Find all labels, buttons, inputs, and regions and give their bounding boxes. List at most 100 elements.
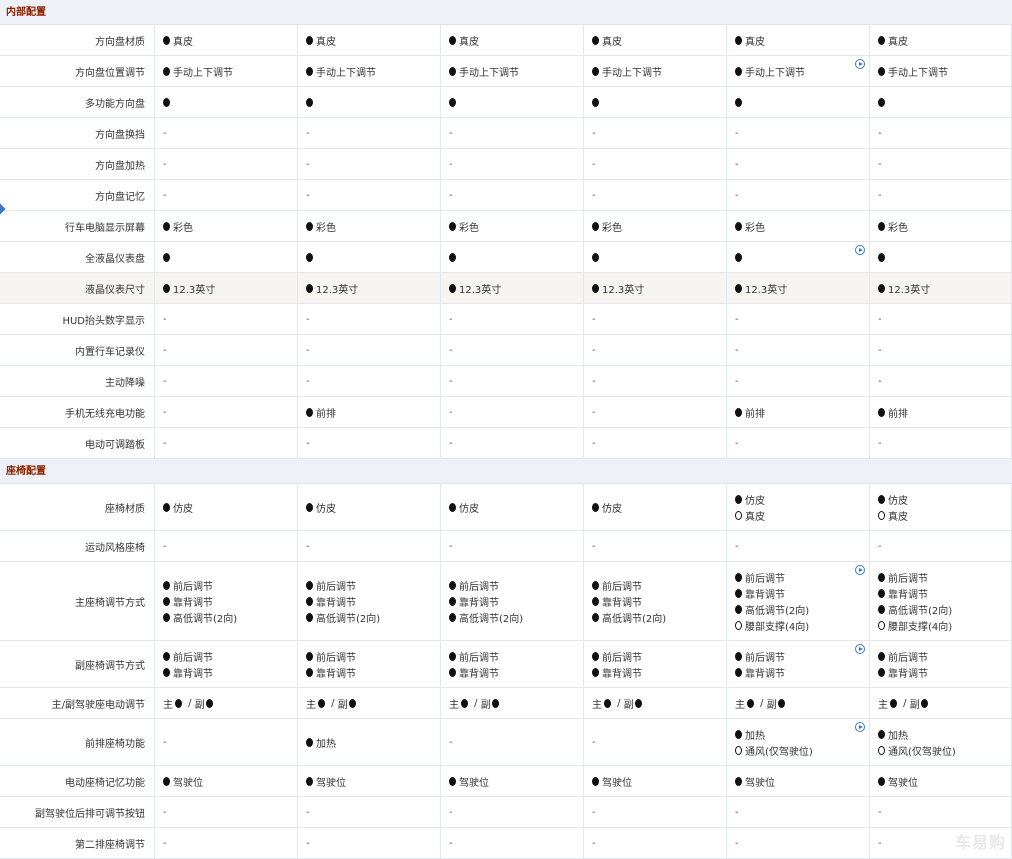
spec-line: 真皮 [449,32,583,48]
spec-cell: 仿皮 真皮 [870,484,1012,530]
spec-cell: 手动上下调节 [584,56,727,86]
spec-line: 加热 [878,726,1011,742]
spec-line: 仿皮 [878,491,1011,507]
spec-line: 靠背调节 [878,585,1011,601]
spec-cell: 真皮 [441,25,584,55]
spec-cell: 前后调节 靠背调节 高低调节(2向) 腰部支撑(4向) [870,562,1012,640]
spec-text: 前排 [316,408,336,420]
spec-line: 主 / 副 [878,695,1011,711]
spec-cell: 主 / 副 [298,688,441,718]
spec-cell: 前后调节 靠背调节 高低调节(2向) [298,562,441,640]
spec-line: 12.3英寸 [449,280,583,296]
spec-text: 腰部支撑(4向) [745,621,810,633]
standard-dot-icon [163,667,170,677]
spec-cell: 前后调节 靠背调节 高低调节(2向) [584,562,727,640]
standard-dot-icon [306,667,313,677]
spec-line: 加热 [306,734,440,750]
spec-text: 前后调节 [173,652,213,664]
spec-text: 前后调节 [602,652,642,664]
spec-line [163,249,297,265]
spec-line: 主 / 副 [592,695,726,711]
spec-text: 前后调节 [745,652,785,664]
row-label: 方向盘记忆 [0,180,155,210]
spec-text: 靠背调节 [745,668,785,680]
spec-line: - [735,342,869,358]
standard-dot-icon [735,667,742,677]
spec-line: - [163,538,297,554]
not-available-mark: - [735,127,739,139]
spec-line: 12.3英寸 [306,280,440,296]
not-available-mark: - [592,406,596,418]
spec-line [735,249,869,265]
standard-dot-icon [735,35,742,45]
spec-line: 前后调节 [878,569,1011,585]
spec-line: 靠背调节 [306,593,440,609]
driver-label: 主 [306,699,316,711]
spec-line: 12.3英寸 [878,280,1011,296]
standard-dot-icon [735,97,742,107]
not-available-mark: - [449,127,453,139]
play-detail-icon[interactable] [855,59,865,69]
spec-line: 腰部支撑(4向) [878,617,1011,633]
table-row: 行车电脑显示屏幕 彩色 彩色 彩色 彩色 彩色 彩色 [0,211,1012,242]
standard-dot-icon [920,698,928,708]
optional-circle-icon [878,745,885,755]
spec-line: - [449,404,583,420]
spec-line: 靠背调节 [735,585,869,601]
row-label: 第二排座椅调节 [0,828,155,858]
spec-line: 前排 [735,404,869,420]
spec-line: - [306,187,440,203]
standard-dot-icon [449,596,456,606]
spec-text: 彩色 [602,222,622,234]
not-available-mark: - [449,540,453,552]
spec-cell: - [870,304,1012,334]
config-table: 内部配置 方向盘材质 真皮 真皮 真皮 真皮 真皮 真皮 方向盘位置调节 手动上下调节 手动上下调节… [0,0,1012,859]
spec-text: 驾驶位 [316,777,346,789]
table-row: 座椅材质 仿皮 仿皮 仿皮 仿皮 仿皮 真皮 仿皮 真皮 [0,484,1012,531]
spec-line: - [449,734,583,750]
play-detail-icon[interactable] [855,245,865,255]
spec-cell: - [870,149,1012,179]
spec-line: - [592,187,726,203]
table-row: 副座椅调节方式 前后调节 靠背调节 前后调节 靠背调节 前后调节 靠背调节 前后调节 靠背调节前… [0,641,1012,688]
standard-dot-icon [175,698,182,708]
spec-cell [584,87,727,117]
passenger-label: 副 [766,699,777,711]
spec-cell: 驾驶位 [155,766,298,796]
standard-dot-icon [306,651,313,661]
spec-line: - [878,804,1011,820]
spec-line: - [592,538,726,554]
spec-cell: - [584,531,727,561]
standard-dot-icon [205,698,213,708]
play-detail-icon[interactable] [855,722,865,732]
table-row: 副驾驶位后排可调节按钮 - - - - - - [0,797,1012,828]
standard-dot-icon [735,407,742,417]
spec-cell: 仿皮 [298,484,441,530]
spec-line: - [163,435,297,451]
spec-line: - [163,373,297,389]
spec-text: 手动上下调节 [459,67,519,79]
spec-cell [727,242,870,272]
play-detail-icon[interactable] [855,565,865,575]
spec-line: 彩色 [306,218,440,234]
spec-text: 通风(仅驾驶位) [745,746,813,758]
spec-text: 彩色 [459,222,479,234]
spec-cell: - [727,304,870,334]
play-detail-icon[interactable] [855,644,865,654]
not-available-mark: - [163,437,167,449]
spec-text: 12.3英寸 [745,284,788,296]
spec-cell [441,242,584,272]
row-label: 内置行车记录仪 [0,335,155,365]
spec-line [878,249,1011,265]
spec-line: 真皮 [163,32,297,48]
spec-text: 仿皮 [173,503,193,515]
spec-cell: - [155,149,298,179]
spec-line: 真皮 [735,32,869,48]
spec-cell [727,87,870,117]
spec-line: - [449,804,583,820]
spec-cell: 手动上下调节 [155,56,298,86]
spec-cell: 彩色 [584,211,727,241]
spec-line: - [735,835,869,851]
spec-line: 真皮 [592,32,726,48]
spec-cell: 彩色 [441,211,584,241]
